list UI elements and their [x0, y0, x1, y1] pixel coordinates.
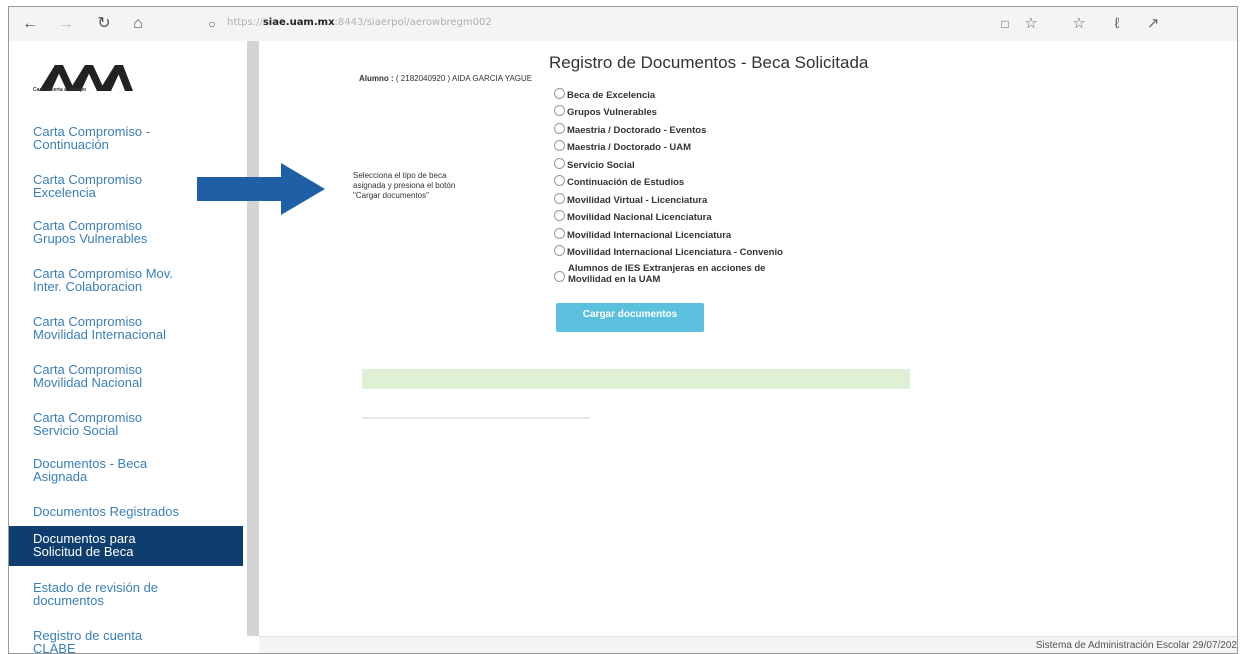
browser-window: ← → ↻ ⌂ ○ https://siae.uam.mx:8443/siaer…	[8, 6, 1238, 654]
logo-tagline: Casa abierta al tiempo	[33, 87, 87, 93]
forward-icon[interactable]: →	[53, 13, 79, 35]
radio-button[interactable]	[554, 175, 565, 186]
radio-button[interactable]	[554, 245, 565, 256]
instruction-line: "Cargar documentos"	[353, 191, 429, 200]
option-label: Movilidad en la UAM	[568, 274, 661, 285]
radio-button[interactable]	[554, 193, 565, 204]
nav-label: documentos	[33, 593, 104, 608]
url-prefix: https://	[227, 17, 263, 28]
option-continuacion-estudios[interactable]: Continuación de Estudios	[554, 175, 684, 188]
option-grupos-vulnerables[interactable]: Grupos Vulnerables	[554, 105, 657, 118]
favorite-icon[interactable]: ☆	[1019, 13, 1043, 35]
instruction-line: asignada y presiona el botón	[353, 181, 456, 190]
favorites-list-icon[interactable]: ☆	[1067, 13, 1091, 35]
nav-label: Servicio Social	[33, 423, 119, 438]
radio-button[interactable]	[554, 158, 565, 169]
pen-icon[interactable]: ℓ	[1105, 13, 1129, 35]
nav-label: Solicitud de Beca	[33, 544, 134, 559]
sidebar-item-estado-revision[interactable]: Estado de revisión de documentos	[9, 581, 243, 607]
share-icon[interactable]: ↗	[1141, 13, 1165, 35]
nav-label: Asignada	[33, 469, 88, 484]
radio-button[interactable]	[554, 140, 565, 151]
option-label: Alumnos de IES Extranjeras en acciones d…	[568, 263, 766, 274]
refresh-icon[interactable]: ↻	[91, 13, 117, 35]
nav-label: Documentos Registrados	[33, 504, 179, 519]
option-alumnos-ies-extranjeras[interactable]: Alumnos de IES Extranjeras en acciones d…	[554, 263, 765, 285]
student-info: Alumno : ( 2182040920 ) AIDA GARCIA YAGU…	[359, 74, 532, 83]
option-maestria-uam[interactable]: Maestria / Doctorado - UAM	[554, 140, 691, 153]
option-beca-excelencia[interactable]: Beca de Excelencia	[554, 88, 655, 101]
option-movilidad-internacional[interactable]: Movilidad Internacional Licenciatura	[554, 228, 731, 241]
sidebar-item-registro-clabe[interactable]: Registro de cuenta CLABE	[9, 629, 243, 654]
option-movilidad-nacional[interactable]: Movilidad Nacional Licenciatura	[554, 210, 712, 223]
radio-button[interactable]	[554, 88, 565, 99]
sidebar-item-documentos-registrados[interactable]: Documentos Registrados	[9, 505, 243, 518]
sidebar-item-documentos-beca-asignada[interactable]: Documentos - Beca Asignada	[9, 457, 243, 483]
option-label: Movilidad Nacional Licenciatura	[567, 212, 712, 223]
cargar-documentos-button[interactable]: Cargar documentos	[556, 303, 704, 332]
instruction-line: Selecciona el tipo de beca	[353, 171, 447, 180]
sidebar-item-carta-movilidad-nacional[interactable]: Carta Compromiso Movilidad Nacional	[9, 363, 243, 389]
nav-label: Continuación	[33, 137, 109, 152]
option-label: Servicio Social	[567, 160, 635, 171]
address-bar[interactable]: https://siae.uam.mx:8443/siaerpol/aerowb…	[227, 17, 492, 28]
radio-button[interactable]	[554, 271, 565, 282]
instruction-text: Selecciona el tipo de beca asignada y pr…	[353, 171, 513, 201]
reading-view-icon[interactable]: □	[993, 13, 1017, 35]
radio-button[interactable]	[554, 228, 565, 239]
option-label: Movilidad Internacional Licenciatura - C…	[567, 247, 783, 258]
nav-label: Movilidad Internacional	[33, 327, 166, 342]
sidebar-item-carta-servicio-social[interactable]: Carta Compromiso Servicio Social	[9, 411, 243, 437]
option-label: Maestria / Doctorado - UAM	[567, 142, 692, 153]
option-label: Movilidad Virtual - Licenciatura	[567, 195, 708, 206]
sidebar: Casa abierta al tiempo Carta Compromiso …	[9, 41, 247, 653]
sidebar-item-carta-grupos-vulnerables[interactable]: Carta Compromiso Grupos Vulnerables	[9, 219, 243, 245]
main-content: Registro de Documentos - Beca Solicitada…	[197, 41, 1237, 636]
option-maestria-eventos[interactable]: Maestria / Doctorado - Eventos	[554, 123, 706, 136]
option-label: Beca de Excelencia	[567, 90, 656, 101]
option-label: Grupos Vulnerables	[567, 107, 657, 118]
arrow-right-icon	[197, 163, 325, 215]
home-icon[interactable]: ⌂	[125, 13, 151, 35]
page-title: Registro de Documentos - Beca Solicitada	[549, 53, 869, 72]
radio-button[interactable]	[554, 210, 565, 221]
nav-label: Grupos Vulnerables	[33, 231, 148, 246]
nav-label: Inter. Colaboracion	[33, 279, 143, 294]
student-label: Alumno :	[359, 74, 394, 83]
radio-button[interactable]	[554, 123, 565, 134]
url-domain: siae.uam.mx	[262, 17, 335, 28]
sidebar-item-carta-continuacion[interactable]: Carta Compromiso - Continuación	[9, 125, 243, 151]
option-label: Movilidad Internacional Licenciatura	[567, 230, 732, 241]
faint-divider	[362, 417, 590, 419]
radio-button[interactable]	[554, 105, 565, 116]
lock-icon: ○	[208, 17, 216, 31]
nav-label: Movilidad Nacional	[33, 375, 143, 390]
option-servicio-social[interactable]: Servicio Social	[554, 158, 635, 171]
status-message-bar	[362, 369, 910, 389]
student-value: ( 2182040920 ) AIDA GARCIA YAGUE	[395, 74, 533, 83]
option-label: Continuación de Estudios	[567, 177, 685, 188]
back-icon[interactable]: ←	[17, 13, 43, 35]
footer: Sistema de Administración Escolar 29/07/…	[259, 636, 1237, 653]
option-movilidad-internacional-convenio[interactable]: Movilidad Internacional Licenciatura - C…	[554, 245, 783, 258]
browser-toolbar: ← → ↻ ⌂ ○ https://siae.uam.mx:8443/siaer…	[9, 7, 1237, 42]
sidebar-item-documentos-solicitud-beca[interactable]: Documentos para Solicitud de Beca	[9, 526, 243, 566]
url-path: :8443/siaerpol/aerowbregm002	[334, 17, 492, 28]
sidebar-item-carta-movilidad-internacional[interactable]: Carta Compromiso Movilidad Internacional	[9, 315, 243, 341]
option-label: Maestria / Doctorado - Eventos	[567, 125, 707, 136]
option-movilidad-virtual[interactable]: Movilidad Virtual - Licenciatura	[554, 193, 707, 206]
nav-label: CLABE	[33, 641, 76, 654]
sidebar-scrollbar[interactable]	[247, 41, 259, 636]
footer-text: Sistema de Administración Escolar 29/07/…	[1035, 640, 1237, 651]
sidebar-item-carta-mov-inter[interactable]: Carta Compromiso Mov. Inter. Colaboracion	[9, 267, 243, 293]
